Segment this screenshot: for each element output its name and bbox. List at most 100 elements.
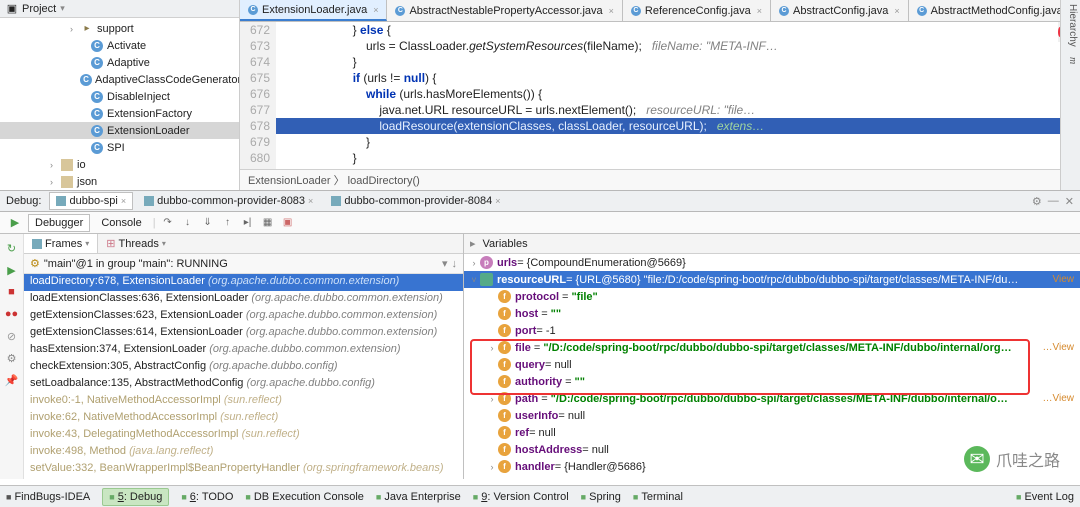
step-out-icon[interactable]: ↑ xyxy=(220,215,236,231)
breadcrumb[interactable]: ExtensionLoader 〉 loadDirectory() xyxy=(240,169,1080,190)
close-icon[interactable]: × xyxy=(757,6,762,16)
variable-row[interactable]: fhost = "" xyxy=(464,305,1080,322)
tree-item[interactable]: ›json xyxy=(0,173,239,190)
stack-frame[interactable]: invoke:43, DelegatingMethodAccessorImpl … xyxy=(24,427,463,444)
variable-row[interactable]: fprotocol = "file" xyxy=(464,288,1080,305)
expand-icon[interactable]: › xyxy=(486,462,498,472)
tree-item[interactable]: CExtensionFactory xyxy=(0,105,239,122)
tree-item[interactable]: CAdaptiveClassCodeGenerator xyxy=(0,71,239,88)
toolwindow-button[interactable]: Spring xyxy=(581,491,621,503)
code-editor[interactable]: 672673674675676677678679680681 } else { … xyxy=(240,22,1080,169)
tree-item[interactable]: CDisableInject xyxy=(0,88,239,105)
variable-row[interactable]: fquery = null xyxy=(464,356,1080,373)
debugger-tab[interactable]: Debugger xyxy=(28,214,90,232)
view-link[interactable]: View xyxy=(1053,274,1075,285)
minimize-icon[interactable]: — xyxy=(1048,195,1059,208)
resume-button[interactable] xyxy=(6,215,24,231)
code-line[interactable]: if (urls != null) { xyxy=(276,70,1080,86)
settings-icon[interactable]: ⚙ xyxy=(4,350,20,366)
variable-row[interactable]: ˅resourceURL = {URL@5680} "file:/D:/code… xyxy=(464,271,1080,288)
close-icon[interactable]: × xyxy=(121,196,126,206)
stack-frame[interactable]: setValue:332, BeanWrapperImpl$BeanProper… xyxy=(24,461,463,478)
editor-tab[interactable]: CAbstractConfig.java× xyxy=(771,0,909,21)
step-over-icon[interactable]: ↷ xyxy=(160,215,176,231)
console-tab[interactable]: Console xyxy=(94,214,148,232)
variable-row[interactable]: ›purls = {CompoundEnumeration@5669} xyxy=(464,254,1080,271)
code-line[interactable]: java.net.URL resourceURL = urls.nextElem… xyxy=(276,102,1080,118)
stack-frame[interactable]: loadExtensionClasses:636, ExtensionLoade… xyxy=(24,291,463,308)
toolwindow-button[interactable]: FindBugs-IDEA xyxy=(6,491,90,503)
frames-tab[interactable]: Frames▾ xyxy=(24,234,98,253)
close-icon[interactable]: ✕ xyxy=(1065,195,1074,208)
code-line[interactable]: } else { xyxy=(276,22,1080,38)
code-line[interactable]: } catch (Throwable t) { xyxy=(276,166,1080,169)
close-icon[interactable]: × xyxy=(609,6,614,16)
toolwindow-button[interactable]: Terminal xyxy=(633,491,683,503)
force-step-into-icon[interactable]: ⇓ xyxy=(200,215,216,231)
mute-breakpoints-icon[interactable]: ⊘ xyxy=(4,328,20,344)
tree-item[interactable]: CSPI xyxy=(0,139,239,156)
expand-icon[interactable]: › xyxy=(468,258,480,268)
stack-frame[interactable]: invoke:498, Method (java.lang.reflect) xyxy=(24,444,463,461)
editor-tab[interactable]: CReferenceConfig.java× xyxy=(623,0,771,21)
code-line[interactable]: } xyxy=(276,54,1080,70)
debug-config-tab[interactable]: dubbo-common-provider-8083× xyxy=(137,192,320,210)
debug-config-tab[interactable]: dubbo-spi× xyxy=(49,192,133,210)
code-line[interactable]: urls = ClassLoader.getSystemResources(fi… xyxy=(276,38,1080,54)
tree-item[interactable]: CActivate xyxy=(0,37,239,54)
code-line[interactable]: loadResource(extensionClasses, classLoad… xyxy=(276,118,1080,134)
step-into-icon[interactable]: ↓ xyxy=(180,215,196,231)
hierarchy-tab[interactable]: Hierarchy xyxy=(1063,4,1078,47)
tree-item[interactable]: CExtensionLoader xyxy=(0,122,239,139)
toolwindow-button[interactable]: 9: Version Control xyxy=(473,491,569,503)
run-to-cursor-icon[interactable]: ▸| xyxy=(240,215,256,231)
tree-item[interactable]: ›support xyxy=(0,20,239,37)
project-header[interactable]: ▣ Project ▾ xyxy=(0,0,239,18)
close-icon[interactable]: × xyxy=(308,196,313,206)
close-icon[interactable]: × xyxy=(894,6,899,16)
stack-frame[interactable]: getExtensionClasses:614, ExtensionLoader… xyxy=(24,325,463,342)
settings-icon[interactable]: ⚙ xyxy=(1032,195,1042,208)
right-toolbar[interactable]: Hierarchy m xyxy=(1060,0,1080,190)
variable-row[interactable]: fref = null xyxy=(464,424,1080,441)
thread-selector[interactable]: "main"@1 in group "main": RUNNING ▾ ↓ xyxy=(24,254,463,274)
toolwindow-button[interactable]: 5: Debug xyxy=(102,488,169,506)
toolwindow-button[interactable]: Event Log xyxy=(1016,491,1074,503)
stack-frame[interactable]: hasExtension:374, ExtensionLoader (org.a… xyxy=(24,342,463,359)
variable-row[interactable]: fport = -1 xyxy=(464,322,1080,339)
rerun-icon[interactable]: ↻ xyxy=(4,240,20,256)
threads-tab[interactable]: ⊞Threads▾ xyxy=(98,234,174,253)
expand-icon[interactable]: ˅ xyxy=(468,275,480,285)
stack-frame[interactable]: invoke:62, NativeMethodAccessorImpl (sun… xyxy=(24,410,463,427)
toolwindow-button[interactable]: Java Enterprise xyxy=(376,491,461,503)
code-line[interactable]: } xyxy=(276,150,1080,166)
toolwindow-button[interactable]: 6: TODO xyxy=(181,491,233,503)
pin-icon[interactable]: 📌 xyxy=(4,372,20,388)
tree-item[interactable]: ›io xyxy=(0,156,239,173)
view-link[interactable]: …View xyxy=(1043,342,1075,353)
code-line[interactable]: while (urls.hasMoreElements()) { xyxy=(276,86,1080,102)
stack-frame[interactable]: setLoadbalance:135, AbstractMethodConfig… xyxy=(24,376,463,393)
editor-tab[interactable]: CAbstractMethodConfig.java× xyxy=(909,0,1080,21)
stop-icon[interactable]: ■ xyxy=(4,284,20,300)
code-line[interactable]: } xyxy=(276,134,1080,150)
tree-item[interactable]: CAdaptive xyxy=(0,54,239,71)
debug-config-tab[interactable]: dubbo-common-provider-8084× xyxy=(324,192,507,210)
close-icon[interactable]: × xyxy=(373,5,378,15)
view-link[interactable]: …View xyxy=(1043,393,1075,404)
variable-row[interactable]: ›ffile = "/D:/code/spring-boot/rpc/dubbo… xyxy=(464,339,1080,356)
close-icon[interactable]: × xyxy=(495,196,500,206)
stack-frame[interactable]: checkExtension:305, AbstractConfig (org.… xyxy=(24,359,463,376)
expand-icon[interactable]: › xyxy=(486,343,498,353)
stack-frame[interactable]: loadDirectory:678, ExtensionLoader (org.… xyxy=(24,274,463,291)
breakpoints-icon[interactable]: ●● xyxy=(4,306,20,322)
variable-row[interactable]: fuserInfo = null xyxy=(464,407,1080,424)
variable-row[interactable]: fauthority = "" xyxy=(464,373,1080,390)
editor-tab[interactable]: CExtensionLoader.java× xyxy=(240,0,387,21)
variable-row[interactable]: ›fpath = "/D:/code/spring-boot/rpc/dubbo… xyxy=(464,390,1080,407)
stack-frame[interactable]: invoke0:-1, NativeMethodAccessorImpl (su… xyxy=(24,393,463,410)
trace-icon[interactable]: ▣ xyxy=(280,215,296,231)
evaluate-icon[interactable]: ▦ xyxy=(260,215,276,231)
resume-icon[interactable]: ▶ xyxy=(4,262,20,278)
expand-icon[interactable]: › xyxy=(486,394,498,404)
